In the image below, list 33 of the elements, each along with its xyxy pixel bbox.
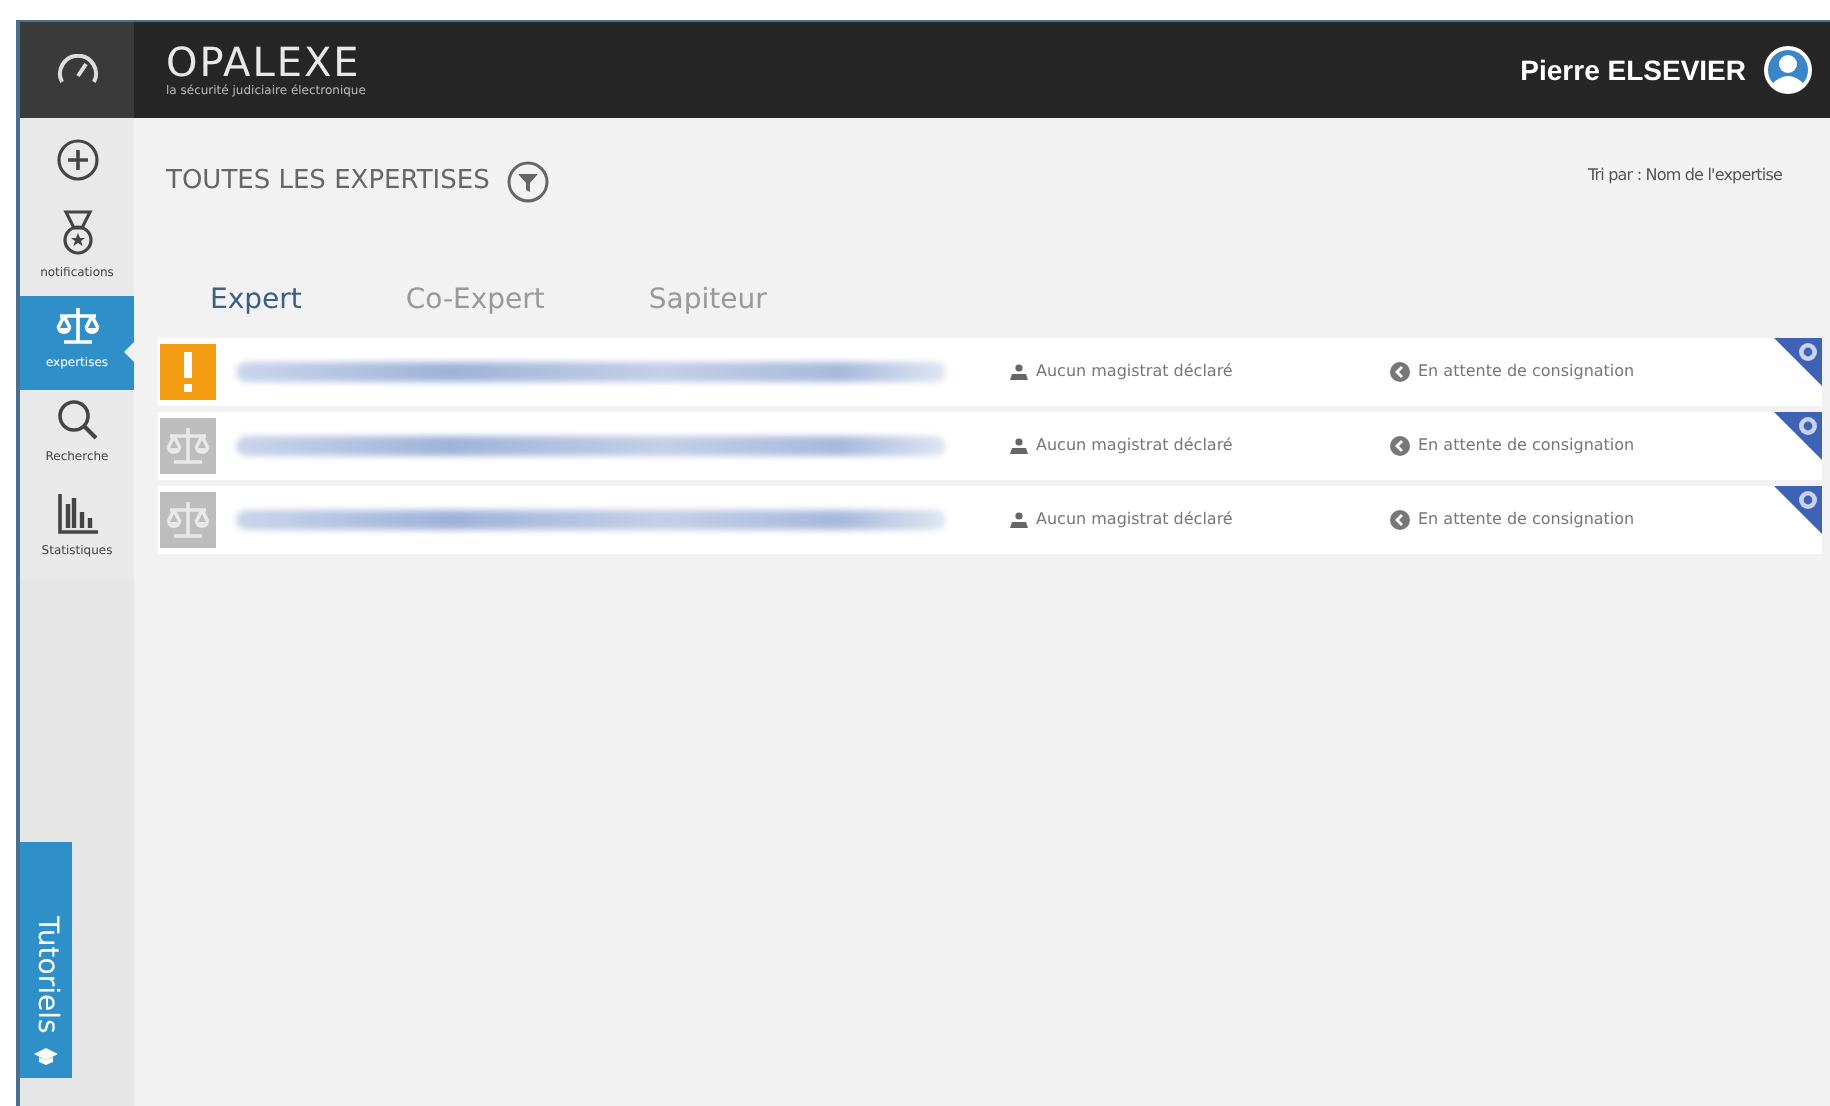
page-title: TOUTES LES EXPERTISES (166, 164, 490, 201)
user-avatar-icon[interactable] (1762, 44, 1814, 96)
bar-chart-icon (55, 492, 99, 536)
medal-icon (59, 210, 95, 258)
magistrate-text: Aucun magistrat déclaré (1036, 508, 1233, 532)
expertise-row[interactable]: Aucun magistrat déclaré En attente de consignation (158, 486, 1822, 554)
status-text: En attente de consignation (1418, 360, 1635, 384)
status-text: En attente de consignation (1418, 434, 1635, 458)
scale-icon (53, 304, 101, 348)
gauge-icon[interactable] (55, 54, 99, 86)
add-icon (55, 138, 99, 182)
people-icon (1010, 364, 1028, 380)
magistrate-text: Aucun magistrat déclaré (1036, 360, 1233, 384)
info-corner-icon[interactable] (1770, 338, 1822, 386)
people-icon (1010, 438, 1028, 454)
graduation-cap-icon (34, 1046, 58, 1066)
expertise-row[interactable]: Aucun magistrat déclaré En attente de consignation (158, 412, 1822, 480)
expertise-row[interactable]: Aucun magistrat déclaré En attente de consignation (158, 338, 1822, 406)
tutorials-tab[interactable]: Tutoriels (20, 842, 72, 1078)
sort-link[interactable]: Tri par : Nom de l'expertise (1587, 164, 1782, 188)
status-text: En attente de consignation (1418, 508, 1635, 532)
app-logo: OPALEXE (166, 41, 361, 81)
search-icon (55, 398, 99, 442)
exclamation-icon (182, 352, 194, 392)
user-name[interactable]: Pierre ELSEVIER (1520, 49, 1746, 91)
tab[interactable]: Expert (210, 279, 302, 321)
filter-icon[interactable] (505, 160, 550, 204)
people-icon (1010, 512, 1028, 528)
magistrate-text: Aucun magistrat déclaré (1036, 434, 1233, 458)
info-corner-icon[interactable] (1770, 412, 1822, 460)
tab[interactable]: Co-Expert (405, 279, 545, 321)
info-corner-icon[interactable] (1770, 486, 1822, 534)
tab[interactable]: Sapiteur (648, 279, 767, 321)
